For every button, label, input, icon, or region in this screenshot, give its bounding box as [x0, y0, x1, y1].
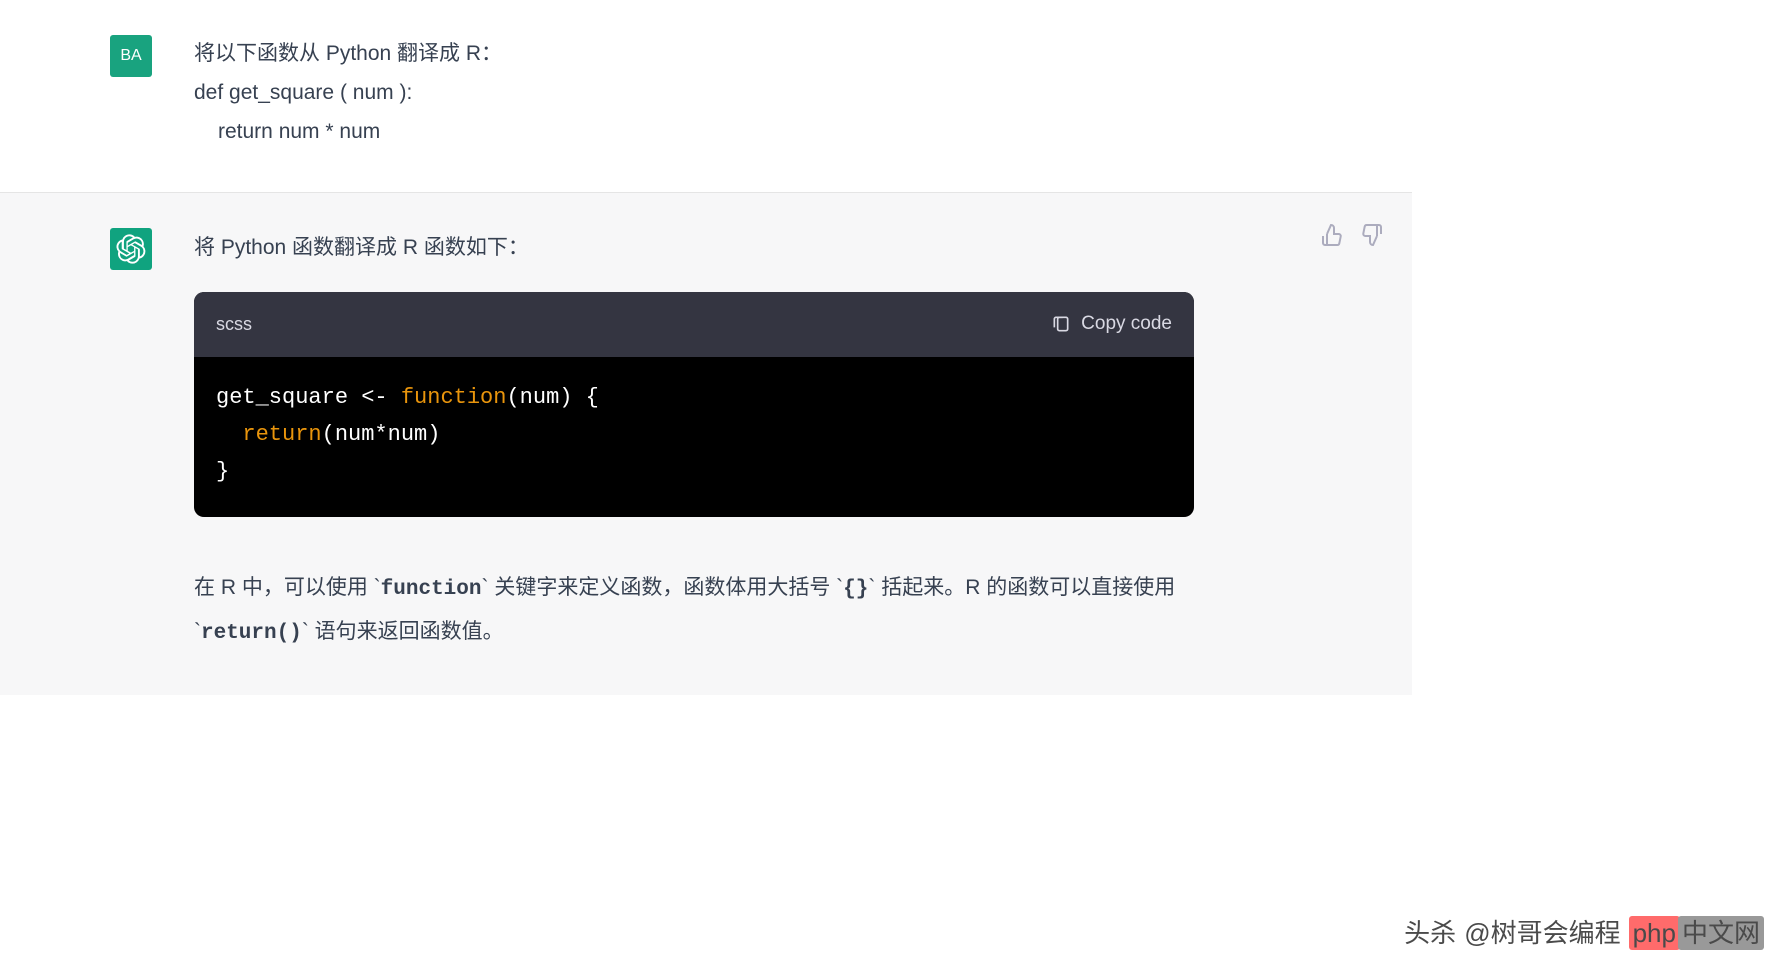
code-block: scss Copy code get_square <- function(nu…: [194, 292, 1194, 516]
code-body[interactable]: get_square <- function(num) { return(num…: [194, 357, 1194, 517]
assistant-explanation: 在 R 中，可以使用 `function` 关键字来定义函数，函数体用大括号 `…: [194, 567, 1194, 655]
user-prompt-line-2: def get_square ( num ):: [194, 74, 1194, 113]
user-prompt-line-3: return num * num: [194, 113, 1194, 152]
code-token: get_square <-: [216, 385, 401, 410]
watermark: 头杀 @树哥会编程 php中文网: [1404, 913, 1764, 950]
user-prompt-line-1: 将以下函数从 Python 翻译成 R：: [194, 35, 1194, 74]
watermark-prefix: 头杀: [1404, 913, 1456, 950]
code-token: }: [216, 459, 229, 484]
explanation-text: ` 语句来返回函数值。: [302, 620, 504, 643]
inline-code: return(): [201, 622, 302, 645]
code-language-label: scss: [216, 307, 252, 341]
openai-logo-icon: [116, 234, 146, 264]
user-avatar-initials: BA: [120, 47, 141, 65]
thumbs-up-icon[interactable]: [1320, 223, 1344, 247]
user-message-content: 将以下函数从 Python 翻译成 R： def get_square ( nu…: [194, 35, 1194, 152]
code-header: scss Copy code: [194, 292, 1194, 356]
watermark-badge: php中文网: [1629, 913, 1764, 950]
user-avatar: BA: [110, 35, 152, 77]
watermark-handle: @树哥会编程: [1464, 913, 1620, 950]
inline-code: function: [381, 578, 482, 601]
watermark-badge-2: 中文网: [1678, 916, 1764, 950]
code-token: (num*num): [322, 422, 441, 447]
clipboard-icon: [1051, 313, 1071, 335]
explanation-text: 在 R 中，可以使用 `: [194, 576, 381, 599]
watermark-badge-1: php: [1629, 916, 1680, 950]
feedback-buttons: [1320, 223, 1384, 247]
thumbs-down-icon[interactable]: [1360, 223, 1384, 247]
assistant-message-content: 将 Python 函数翻译成 R 函数如下： scss Copy code ge…: [194, 228, 1194, 655]
copy-code-button[interactable]: Copy code: [1051, 306, 1172, 342]
copy-code-label: Copy code: [1081, 306, 1172, 342]
code-token: function: [401, 385, 507, 410]
explanation-text: ` 关键字来定义函数，函数体用大括号 `: [482, 576, 844, 599]
code-token: return: [242, 422, 321, 447]
inline-code: {}: [843, 578, 868, 601]
code-token: [216, 422, 242, 447]
code-token: (num) {: [506, 385, 598, 410]
assistant-avatar: [110, 228, 152, 270]
assistant-message-row: 将 Python 函数翻译成 R 函数如下： scss Copy code ge…: [0, 192, 1412, 695]
assistant-intro-text: 将 Python 函数翻译成 R 函数如下：: [194, 228, 1194, 268]
user-message-row: BA 将以下函数从 Python 翻译成 R： def get_square (…: [0, 0, 1412, 192]
